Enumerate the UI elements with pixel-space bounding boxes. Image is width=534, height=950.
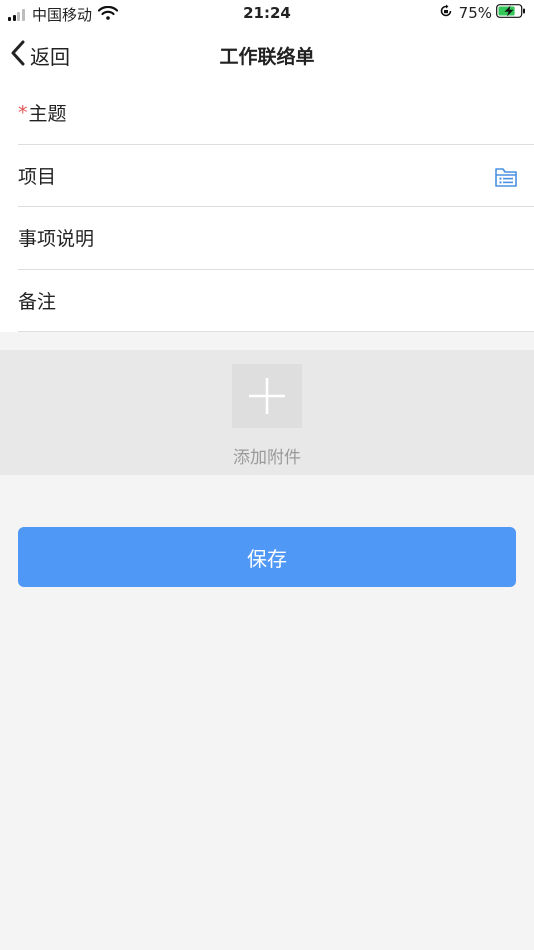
contact-form: * 主题 项目 事项说明 备注 (0, 82, 534, 332)
subject-label: 主题 (28, 103, 67, 126)
nav-bar: 返回 工作联络单 (0, 28, 534, 82)
remarks-label: 备注 (18, 290, 57, 313)
list-file-icon[interactable] (494, 165, 518, 194)
attachment-label: 添加附件 (233, 448, 301, 468)
add-attachment-button[interactable] (232, 364, 302, 428)
project-label: 项目 (18, 165, 57, 188)
attachment-section: 添加附件 (0, 350, 534, 475)
status-bar: 中国移动 21:24 75% (0, 0, 534, 28)
page-title: 工作联络单 (219, 46, 315, 68)
plus-icon (232, 378, 302, 432)
project-field[interactable]: 项目 (18, 145, 534, 207)
subject-field[interactable]: * 主题 (18, 82, 534, 145)
save-button[interactable]: 保存 (18, 527, 516, 587)
status-right: 75% (439, 4, 526, 22)
battery-charging-icon (496, 4, 526, 22)
required-mark: * (18, 101, 28, 124)
description-field[interactable]: 事项说明 (18, 207, 534, 270)
description-label: 事项说明 (18, 228, 95, 251)
rotation-lock-icon (439, 4, 453, 22)
remarks-field[interactable]: 备注 (18, 270, 534, 332)
battery-percent: 75% (458, 4, 492, 22)
